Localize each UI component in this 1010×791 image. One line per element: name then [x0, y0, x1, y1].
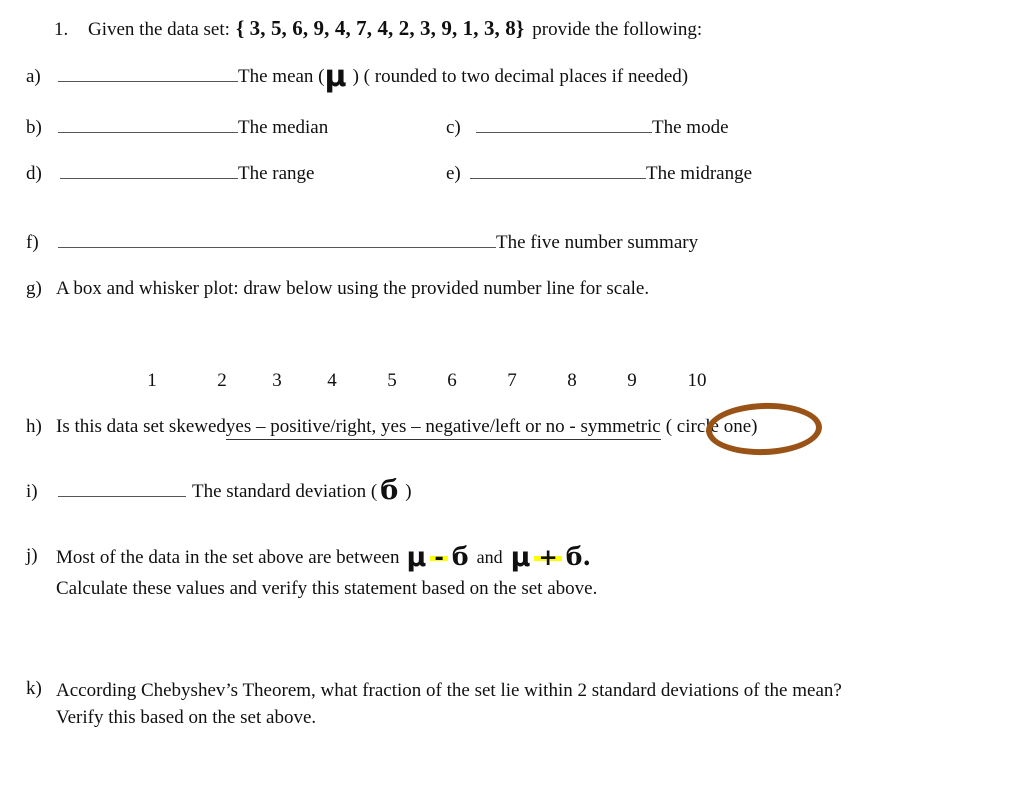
- item-f-answer-blank[interactable]: [58, 232, 496, 249]
- problem-1-heading: 1. Given the data set: { 3, 5, 6, 9, 4, …: [54, 16, 702, 41]
- item-j-line2: Calculate these values and verify this s…: [56, 577, 598, 599]
- item-d-answer-blank[interactable]: [60, 163, 238, 180]
- number-line-scale: 1 2 3 4 5 6 7 8 9 10: [130, 370, 730, 396]
- number-line-tick-8: 8: [567, 370, 577, 391]
- item-e-marker: e): [446, 163, 461, 185]
- item-g: g) A box and whisker plot: draw below us…: [26, 278, 649, 300]
- item-h-choices[interactable]: yes – positive/right, yes – negative/lef…: [225, 416, 661, 440]
- number-line-tick-9: 9: [627, 370, 637, 391]
- item-a-answer-blank[interactable]: [58, 66, 238, 83]
- item-h-circle-note: ( circle one): [665, 416, 758, 437]
- item-j-line1-before: Most of the data in the set above are be…: [56, 547, 400, 568]
- number-line-tick-5: 5: [387, 370, 397, 391]
- item-c-marker: c): [446, 117, 461, 139]
- item-c: c) The mode: [446, 117, 729, 139]
- number-line-tick-4: 4: [327, 370, 337, 391]
- worksheet-page: 1. Given the data set: { 3, 5, 6, 9, 4, …: [0, 0, 1010, 791]
- item-e-answer-blank[interactable]: [470, 163, 646, 180]
- item-i-answer-blank[interactable]: [58, 481, 186, 498]
- item-i-label-tail: ): [405, 481, 412, 503]
- item-d-label: The range: [238, 163, 315, 185]
- item-c-answer-blank[interactable]: [476, 117, 652, 134]
- item-i: i) The standard deviation ( б ): [26, 475, 412, 507]
- item-b-answer-blank[interactable]: [58, 117, 238, 134]
- item-g-marker: g): [26, 278, 42, 299]
- item-e: e) The midrange: [446, 163, 752, 185]
- item-i-label: The standard deviation (: [192, 481, 378, 503]
- item-b-label: The median: [238, 117, 329, 139]
- item-k-text: According Chebyshev’s Theorem, what frac…: [56, 680, 842, 728]
- item-b: b) The median: [26, 117, 328, 139]
- item-e-label: The midrange: [646, 163, 753, 185]
- number-line-tick-3: 3: [272, 370, 282, 391]
- item-d-marker: d): [26, 163, 42, 185]
- number-line-tick-6: 6: [447, 370, 457, 391]
- item-f-marker: f): [26, 232, 39, 254]
- number-line-tick-1: 1: [147, 370, 157, 391]
- item-j-marker: j): [26, 545, 38, 566]
- item-k: k) According Chebyshev’s Theorem, what f…: [26, 678, 846, 732]
- problem-prompt-after: provide the following:: [532, 19, 703, 40]
- item-h-marker: h): [26, 416, 42, 437]
- item-a-marker: a): [26, 66, 41, 88]
- item-f-label: The five number summary: [496, 232, 699, 254]
- number-line-tick-2: 2: [217, 370, 227, 391]
- problem-number: 1.: [54, 19, 69, 40]
- item-a-label: The mean (: [238, 66, 325, 88]
- data-set-values: { 3, 5, 6, 9, 4, 7, 4, 2, 3, 9, 1, 3, 8}: [235, 16, 525, 40]
- item-c-label: The mode: [652, 117, 729, 139]
- item-h-question: Is this data set skewed: [56, 416, 226, 437]
- item-h: h) Is this data set skewed yes – positiv…: [26, 416, 757, 440]
- item-b-marker: b): [26, 117, 42, 139]
- number-line-tick-10: 10: [687, 370, 707, 391]
- item-k-marker: k): [26, 678, 42, 699]
- item-a: a) The mean ( μ ) ( rounded to two decim…: [26, 59, 689, 95]
- problem-prompt-before: Given the data set:: [88, 19, 230, 40]
- item-j: j) Most of the data in the set above are…: [26, 544, 696, 603]
- minus-operator-highlight: -: [430, 547, 448, 570]
- number-line-tick-7: 7: [507, 370, 517, 391]
- item-a-label-tail: ) ( rounded to two decimal places if nee…: [352, 66, 689, 88]
- plus-operator-highlight: +: [534, 547, 562, 570]
- item-i-marker: i): [26, 481, 38, 503]
- item-j-and: and: [476, 547, 503, 567]
- item-d: d) The range: [26, 163, 314, 185]
- item-f: f) The five number summary: [26, 232, 698, 254]
- item-g-text: A box and whisker plot: draw below using…: [56, 278, 650, 299]
